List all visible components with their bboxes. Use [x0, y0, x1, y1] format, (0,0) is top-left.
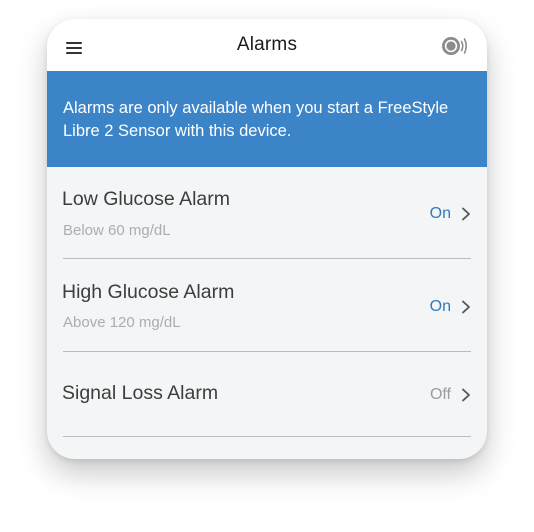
signal-loss-alarm-row[interactable]: Signal Loss Alarm Off — [47, 352, 487, 436]
alarm-threshold: Above 120 mg/dL — [63, 314, 181, 331]
info-banner: Alarms are only available when you start… — [47, 71, 487, 167]
chevron-right-icon — [462, 388, 470, 402]
low-glucose-alarm-row[interactable]: Low Glucose Alarm Below 60 mg/dL On — [47, 167, 487, 259]
alarm-title: Low Glucose Alarm — [62, 188, 230, 210]
high-glucose-alarm-row[interactable]: High Glucose Alarm Above 120 mg/dL On — [47, 259, 487, 352]
alarm-status: On — [429, 205, 451, 222]
alarms-screen: Alarms Alarms are only available when yo… — [47, 19, 487, 459]
alarm-status: On — [429, 298, 451, 315]
alarm-status: Off — [429, 386, 451, 403]
chevron-right-icon — [462, 300, 470, 314]
banner-text: Alarms are only available when you start… — [63, 99, 449, 140]
divider — [63, 436, 471, 437]
sensor-scan-icon[interactable] — [441, 34, 469, 58]
alarm-title: Signal Loss Alarm — [62, 382, 219, 404]
alarm-threshold: Below 60 mg/dL — [63, 222, 171, 239]
app-header: Alarms — [47, 19, 487, 71]
alarm-title: High Glucose Alarm — [62, 281, 235, 303]
page-title: Alarms — [236, 34, 298, 55]
chevron-right-icon — [462, 207, 470, 221]
